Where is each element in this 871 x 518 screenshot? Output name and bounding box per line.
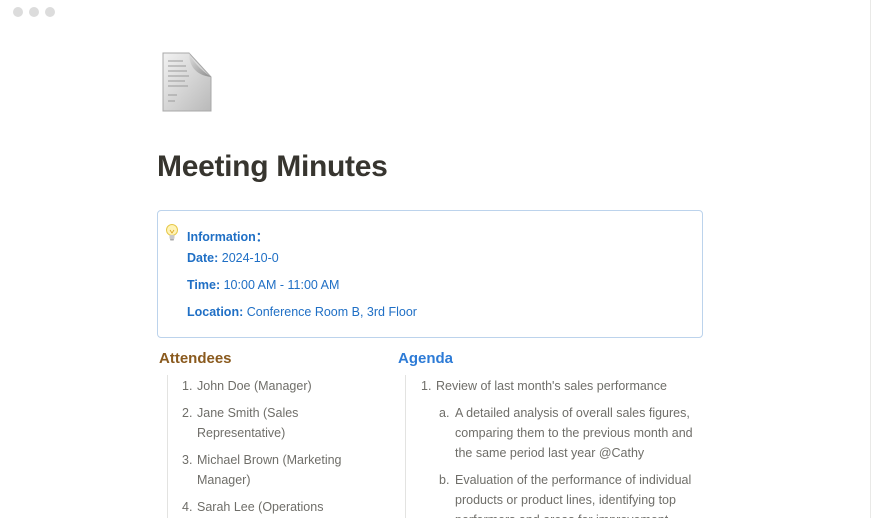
date-row: Date: 2024-10-0 [187, 251, 279, 265]
callout-header: Information： [187, 226, 268, 245]
agenda-number: 1. [421, 379, 432, 393]
attendee-number: 1. [182, 379, 193, 393]
date-label: Date: [187, 251, 219, 265]
callout-header-text: Information： [187, 230, 269, 244]
lightbulb-icon[interactable] [165, 223, 179, 243]
attendee-item[interactable]: 3. Michael Brown (Marketing Manager) [182, 450, 382, 490]
agenda-subitem-line: comparing them to the previous month and [455, 426, 693, 440]
app-window: Meeting Minutes Information： Date: 2024-… [0, 0, 871, 518]
attendee-number: 2. [182, 406, 193, 420]
attendees-divider [167, 375, 168, 518]
attendee-item[interactable]: 4. Sarah Lee (Operations [182, 497, 382, 517]
agenda-subitem-line: products or product lines, identifying t… [455, 493, 676, 507]
attendee-line: Manager) [197, 473, 251, 487]
information-callout[interactable]: Information： Date: 2024-10-0 Time: 10:00… [157, 210, 703, 338]
agenda-subitem-letter: b. [439, 473, 450, 487]
attendee-number: 4. [182, 500, 193, 514]
agenda-divider [405, 375, 406, 518]
attendee-number: 3. [182, 453, 193, 467]
attendee-line: Jane Smith (Sales [197, 406, 299, 420]
agenda-subitem[interactable]: a. A detailed analysis of overall sales … [439, 403, 709, 463]
attendee-line: Representative) [197, 426, 286, 440]
attendee-line: John Doe (Manager) [197, 379, 312, 393]
time-value: 10:00 AM - 11:00 AM [223, 278, 340, 292]
attendee-item[interactable]: 2. Jane Smith (Sales Representative) [182, 403, 382, 443]
agenda-subitem-line: Evaluation of the performance of individ… [455, 473, 692, 487]
document-icon[interactable] [159, 51, 215, 113]
page-title[interactable]: Meeting Minutes [157, 150, 388, 184]
attendee-line: Michael Brown (Marketing [197, 453, 342, 467]
agenda-subitem[interactable]: b. Evaluation of the performance of indi… [439, 470, 709, 518]
attendees-heading[interactable]: Attendees [159, 350, 232, 367]
location-value: Conference Room B, 3rd Floor [246, 305, 417, 319]
date-value: 2024-10-0 [221, 251, 279, 265]
attendee-line: Sarah Lee (Operations [197, 500, 324, 514]
agenda-subitem-line: performers and areas for improvement [439, 510, 709, 518]
close-window-button[interactable] [13, 7, 23, 17]
time-label: Time: [187, 278, 221, 292]
attendee-item[interactable]: 1. John Doe (Manager) [182, 376, 382, 396]
time-row: Time: 10:00 AM - 11:00 AM [187, 278, 339, 292]
location-row: Location: Conference Room B, 3rd Floor [187, 305, 417, 319]
agenda-subitem-line: the same period last year @Cathy [455, 446, 645, 460]
agenda-subitem-line: A detailed analysis of overall sales fig… [455, 406, 690, 420]
agenda-subitem-letter: a. [439, 406, 450, 420]
window-controls [13, 7, 55, 17]
zoom-window-button[interactable] [45, 7, 55, 17]
agenda-item[interactable]: 1. Review of last month's sales performa… [421, 376, 711, 396]
location-label: Location: [187, 305, 244, 319]
minimize-window-button[interactable] [29, 7, 39, 17]
agenda-heading[interactable]: Agenda [398, 350, 453, 367]
agenda-line: Review of last month's sales performance [436, 379, 667, 393]
